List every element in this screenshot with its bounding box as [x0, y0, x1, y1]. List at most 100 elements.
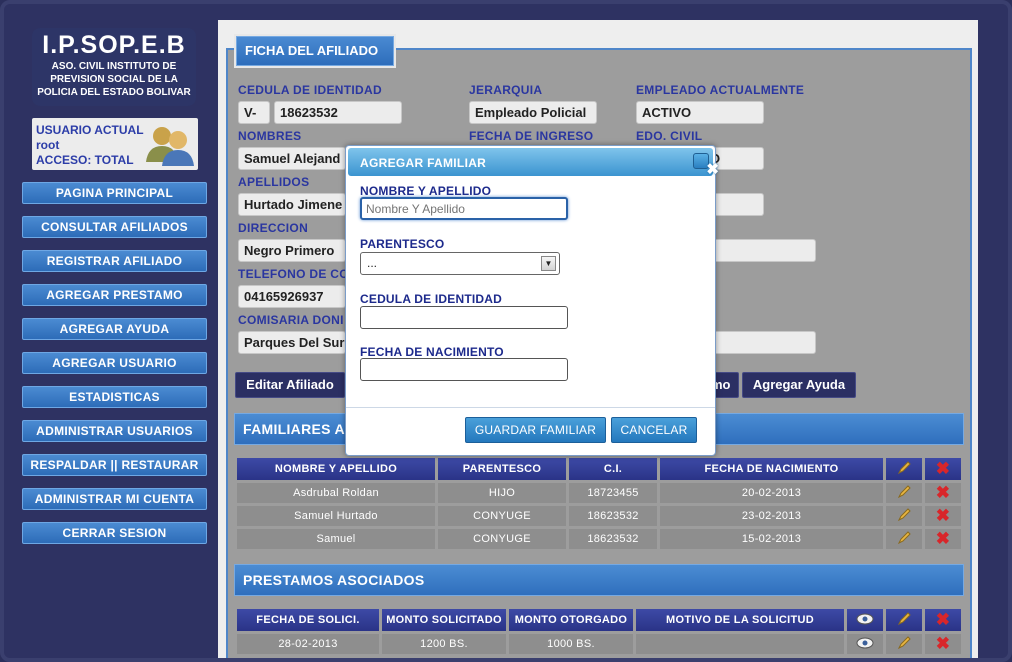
- jerarquia-field[interactable]: Empleado Policial: [469, 101, 597, 124]
- delete-cell[interactable]: ✖: [925, 529, 961, 549]
- cell-parentesco: HIJO: [438, 483, 566, 503]
- nombre-label: NOMBRE Y APELLIDO: [360, 184, 492, 198]
- col-delete: ✖: [925, 609, 961, 631]
- logo-title: I.P.SOP.E.B: [42, 31, 186, 59]
- nav-registrar-afiliado[interactable]: REGISTRAR AFILIADO: [22, 250, 207, 272]
- cell-nombre: Samuel Hurtado: [237, 506, 435, 526]
- cell-nombre: Asdrubal Roldan: [237, 483, 435, 503]
- comisaria-field[interactable]: Parques Del Sur: [238, 331, 346, 354]
- editar-afiliado-button[interactable]: Editar Afiliado: [235, 372, 345, 398]
- delete-icon[interactable]: ✖: [936, 483, 951, 502]
- parentesco-select[interactable]: ... ▼: [360, 252, 560, 275]
- delete-cell[interactable]: ✖: [925, 483, 961, 503]
- nav-agregar-usuario[interactable]: AGREGAR USUARIO: [22, 352, 207, 374]
- direccion-field[interactable]: Negro Primero: [238, 239, 346, 262]
- eye-icon: [856, 613, 874, 624]
- nav-consultar-afiliados[interactable]: CONSULTAR AFILIADOS: [22, 216, 207, 238]
- cancelar-button[interactable]: CANCELAR: [611, 417, 697, 443]
- agregar-ayuda-button[interactable]: Agregar Ayuda: [742, 372, 856, 398]
- edit-cell[interactable]: [886, 506, 922, 526]
- delete-icon: ✖: [935, 610, 951, 629]
- cell-parentesco: CONYUGE: [438, 529, 566, 549]
- cell-fecha-solicitud: 28-02-2013: [237, 634, 379, 654]
- civil-label: EDO. CIVIL: [636, 129, 703, 143]
- edit-cell[interactable]: [886, 529, 922, 549]
- cell-fecha: 15-02-2013: [660, 529, 883, 549]
- user-info-box: USUARIO ACTUAL root ACCESO: TOTAL: [32, 118, 198, 170]
- nav-estadisticas[interactable]: ESTADISTICAS: [22, 386, 207, 408]
- cell-fecha: 20-02-2013: [660, 483, 883, 503]
- jerarquia-label: JERARQUIA: [469, 83, 543, 97]
- dialog-divider: [346, 407, 715, 408]
- close-icon[interactable]: ✖: [706, 160, 719, 178]
- cell-monto-otorgado: 1000 BS.: [509, 634, 633, 654]
- col-monto-solicitado: MONTO SOLICITADO: [382, 609, 506, 631]
- nacimiento-input[interactable]: [360, 358, 568, 381]
- col-parentesco: PARENTESCO: [438, 458, 566, 480]
- user-access: ACCESO: TOTAL: [36, 153, 134, 167]
- edit-cell[interactable]: [886, 483, 922, 503]
- nombres-field[interactable]: Samuel Alejand: [238, 147, 346, 170]
- col-view: [847, 609, 883, 631]
- pencil-icon[interactable]: [896, 507, 912, 523]
- cedula-field[interactable]: 18623532: [274, 101, 402, 124]
- col-fecha-solicitud: FECHA DE SOLICI.: [237, 609, 379, 631]
- col-motivo: MOTIVO DE LA SOLICITUD: [636, 609, 844, 631]
- edit-cell[interactable]: [886, 634, 922, 654]
- delete-cell[interactable]: ✖: [925, 506, 961, 526]
- users-icon: [146, 127, 194, 166]
- agregar-familiar-dialog: AGREGAR FAMILIAR ✖ NOMBRE Y APELLIDO PAR…: [345, 145, 719, 456]
- empleado-label: EMPLEADO ACTUALMENTE: [636, 83, 805, 97]
- nav-agregar-prestamo[interactable]: AGREGAR PRESTAMO: [22, 284, 207, 306]
- logo: I.P.SOP.E.B ASO. CIVIL INSTITUTO DE PREV…: [32, 28, 196, 106]
- col-edit: [886, 609, 922, 631]
- user-name: root: [36, 138, 60, 152]
- empleado-field[interactable]: ACTIVO: [636, 101, 764, 124]
- guardar-familiar-button[interactable]: GUARDAR FAMILIAR: [465, 417, 606, 443]
- direccion-field-tail[interactable]: [704, 239, 816, 262]
- chevron-down-icon[interactable]: ▼: [541, 256, 556, 271]
- col-ci: C.I.: [569, 458, 657, 480]
- cedula-dialog-label: CEDULA DE IDENTIDAD: [360, 292, 503, 306]
- table-header-row: FECHA DE SOLICI. MONTO SOLICITADO MONTO …: [237, 609, 961, 631]
- logo-subtitle: ASO. CIVIL INSTITUTO DE PREVISION SOCIAL…: [37, 61, 191, 98]
- table-row: Samuel CONYUGE 18623532 15-02-2013 ✖: [237, 529, 961, 549]
- parentesco-label: PARENTESCO: [360, 237, 445, 251]
- delete-cell[interactable]: ✖: [925, 634, 961, 654]
- dialog-title: AGREGAR FAMILIAR: [348, 148, 713, 176]
- nav-agregar-ayuda[interactable]: AGREGAR AYUDA: [22, 318, 207, 340]
- table-row: 28-02-2013 1200 BS. 1000 BS. ✖: [237, 634, 961, 654]
- nav-administrar-usuarios[interactable]: ADMINISTRAR USUARIOS: [22, 420, 207, 442]
- pencil-icon[interactable]: [896, 484, 912, 500]
- nombres-label: NOMBRES: [238, 129, 302, 143]
- comisaria-field-tail[interactable]: [704, 331, 816, 354]
- table-header-row: NOMBRE Y APELLIDO PARENTESCO C.I. FECHA …: [237, 458, 961, 480]
- cell-parentesco: CONYUGE: [438, 506, 566, 526]
- nav-pagina-principal[interactable]: PAGINA PRINCIPAL: [22, 182, 207, 204]
- nav-cerrar-sesion[interactable]: CERRAR SESION: [22, 522, 207, 544]
- eye-icon[interactable]: [856, 637, 874, 649]
- pencil-icon[interactable]: [896, 635, 912, 651]
- apellidos-field[interactable]: Hurtado Jimene: [238, 193, 346, 216]
- col-monto-otorgado: MONTO OTORGADO: [509, 609, 633, 631]
- ingreso-label: FECHA DE INGRESO: [469, 129, 594, 143]
- user-info-text: USUARIO ACTUAL root ACCESO: TOTAL: [36, 123, 144, 168]
- pencil-icon: [897, 460, 911, 474]
- nombre-input[interactable]: [360, 197, 568, 220]
- col-fecha-nacimiento: FECHA DE NACIMIENTO: [660, 458, 883, 480]
- table-row: Samuel Hurtado CONYUGE 18623532 23-02-20…: [237, 506, 961, 526]
- pencil-icon: [897, 611, 911, 625]
- prestamos-section-header: PRESTAMOS ASOCIADOS: [234, 564, 964, 596]
- cedula-input[interactable]: [360, 306, 568, 329]
- nav-administrar-cuenta[interactable]: ADMINISTRAR MI CUENTA: [22, 488, 207, 510]
- telefono-field[interactable]: 04165926937: [238, 285, 346, 308]
- pencil-icon[interactable]: [896, 530, 912, 546]
- nav-respaldar-restaurar[interactable]: RESPALDAR || RESTAURAR: [22, 454, 207, 476]
- view-cell[interactable]: [847, 634, 883, 654]
- delete-icon[interactable]: ✖: [936, 506, 951, 525]
- delete-icon[interactable]: ✖: [936, 634, 951, 653]
- delete-icon[interactable]: ✖: [936, 529, 951, 548]
- nacimiento-label: FECHA DE NACIMIENTO: [360, 345, 504, 359]
- direccion-label: DIRECCION: [238, 221, 309, 235]
- cedula-prefix-field[interactable]: V-: [238, 101, 270, 124]
